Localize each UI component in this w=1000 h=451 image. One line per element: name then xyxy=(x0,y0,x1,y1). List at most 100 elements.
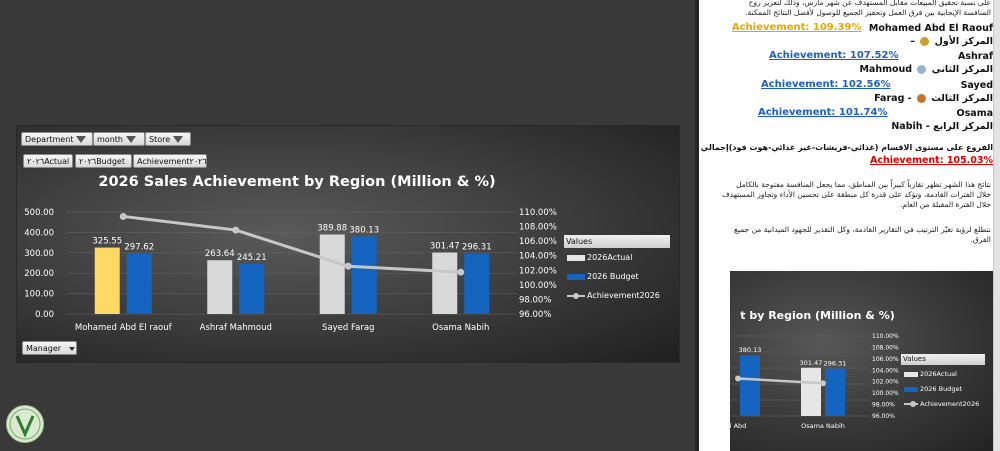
report-page: على نسبة تحقيق المبيعات مقابل المستهدف ع… xyxy=(699,0,1000,451)
silver-medal-icon xyxy=(917,65,927,74)
pivot-chart[interactable]: Department month Store ٢٠٢٦Actual ٢٠٢٦Bu… xyxy=(16,125,680,363)
y2-tick-label: 110.00% xyxy=(519,208,557,218)
achievement-point xyxy=(119,212,127,220)
y2-tick-label: 96.00% xyxy=(872,413,895,420)
data-label: 380.13 xyxy=(349,225,379,235)
legend-label: 2026 Budget xyxy=(920,385,962,393)
rank1-achievement: Achievement: 109.39% xyxy=(732,22,862,33)
legend-label: Achievement2026 xyxy=(920,400,980,408)
mini-legend-budget: 2026 Budget xyxy=(904,385,962,393)
bar-budget xyxy=(825,368,845,416)
x-tick-label: Mohamed Abd El raouf xyxy=(75,323,173,333)
branches-heading: الفروع على مستوى الاقسام (غذائي-فريشات-غ… xyxy=(700,143,993,152)
legend-item-actual: 2026Actual xyxy=(567,253,632,262)
data-label: 389.88 xyxy=(317,223,347,233)
data-label: 296.31 xyxy=(824,360,847,368)
y2-tick-label: 104.00% xyxy=(872,367,899,374)
achievement-point xyxy=(457,268,465,276)
y2-tick-label: 98.00% xyxy=(519,295,551,305)
branches-achievement: Achievement: 105.03% xyxy=(869,155,993,166)
y2-tick-label: 106.00% xyxy=(519,237,557,247)
x-tick-label: Osama Nabih xyxy=(801,422,845,430)
mini-legend-actual: 2026Actual xyxy=(904,370,957,378)
legend-label: 2026Actual xyxy=(587,253,633,262)
x-tick-label: Ashraf Mahmoud xyxy=(200,323,272,333)
x-tick-label: Sayed Farag xyxy=(322,323,374,333)
brand-logo xyxy=(6,405,44,443)
data-label: 301.47 xyxy=(430,242,460,252)
mini-chart-legend: Values 2026Actual 2026 Budget Achievemen… xyxy=(901,354,985,414)
embedded-chart-copy[interactable]: t by Region (Million & %) 96.00% 98.00% 10… xyxy=(730,271,994,451)
rank3-place: المركز الثالث - Farag xyxy=(874,93,993,104)
y2-tick-label: 104.00% xyxy=(519,252,557,262)
rank2-achievement: Achievement: 107.52% xyxy=(769,50,899,61)
data-label: 380.13 xyxy=(739,346,762,354)
achievement-point xyxy=(820,380,826,387)
intro-paragraph: على نسبة تحقيق المبيعات مقابل المستهدف ع… xyxy=(745,0,991,17)
leaf-logo-icon xyxy=(9,408,41,440)
chart-legend: Values 2026Actual 2026 Budget Achievemen… xyxy=(564,235,670,308)
y-tick-label: 100.00 xyxy=(24,290,54,300)
legend-item-achievement: Achievement2026 xyxy=(567,291,660,300)
bar-actual xyxy=(94,247,120,314)
y-tick-label: 0.00 xyxy=(35,310,54,320)
paragraph-2: نتائج هذا الشهر تظهر تقارباً كبيراً بين … xyxy=(721,180,991,209)
rank2-name-first: Ashraf xyxy=(958,51,993,62)
y-tick-label: 200.00 xyxy=(24,269,54,279)
place-label: المركز الثاني xyxy=(931,64,993,75)
legend-item-budget: 2026 Budget xyxy=(567,272,639,281)
y2-tick-label: 100.00% xyxy=(872,390,899,397)
row-field-manager-button[interactable]: Manager xyxy=(22,341,77,355)
y-tick-label: 500.00 xyxy=(24,208,54,218)
place-label: المركز الثالث xyxy=(931,93,993,104)
achievement-line xyxy=(123,214,461,274)
y-tick-label: 400.00 xyxy=(24,228,54,238)
achievement-point xyxy=(344,262,352,270)
legend-swatch xyxy=(567,254,585,261)
bar-budget xyxy=(239,263,265,314)
bar-actual xyxy=(801,367,821,416)
legend-swatch xyxy=(567,273,585,280)
y-tick-label: 300.00 xyxy=(24,249,54,259)
bar-actual xyxy=(319,234,345,314)
y2-tick-label: 96.00% xyxy=(519,310,551,320)
legend-line-swatch xyxy=(904,401,918,407)
x-tick-label: ا Abd xyxy=(730,422,746,430)
rank4-place: المركز الرابع - Nabih xyxy=(891,121,993,132)
place-label: المركز الأول xyxy=(934,36,993,47)
data-label: 263.64 xyxy=(205,249,235,259)
legend-label: 2026 Budget xyxy=(587,272,639,281)
page-scrollbar[interactable] xyxy=(993,0,1000,451)
rank2-place: المركز الثاني Mahmoud xyxy=(859,64,993,75)
y2-tick-label: 108.00% xyxy=(519,223,557,233)
achievement-point xyxy=(232,226,240,234)
rank3-achievement: Achievement: 102.56% xyxy=(761,79,891,90)
legend-title: Values xyxy=(564,235,670,248)
rank1-name: Mohamed Abd El Raouf xyxy=(868,23,993,34)
rank1-place: المركز الأول – xyxy=(910,36,993,47)
y2-tick-label: 102.00% xyxy=(872,379,899,386)
x-tick-label: Osama Nabih xyxy=(432,323,489,333)
data-label: 297.62 xyxy=(124,242,154,252)
rank3-name-first: Sayed xyxy=(960,80,993,91)
data-label: 245.21 xyxy=(237,253,267,263)
data-label: 301.47 xyxy=(800,359,823,367)
legend-label: Achievement2026 xyxy=(587,291,660,300)
achievement-point xyxy=(735,375,741,382)
y2-tick-label: 108.00% xyxy=(872,344,899,351)
row-field-label: Manager xyxy=(26,344,62,353)
trophy-icon xyxy=(920,37,930,46)
bronze-medal-icon xyxy=(916,94,926,103)
paragraph-3: نتطلع لرؤية تغيّر الترتيب في التقارير ال… xyxy=(733,225,991,244)
y2-tick-label: 106.00% xyxy=(872,356,899,363)
data-label: 325.55 xyxy=(92,237,122,247)
legend-label: 2026Actual xyxy=(920,370,957,378)
y2-tick-label: 110.00% xyxy=(872,333,899,340)
legend-line-swatch xyxy=(567,292,585,299)
bar-budget xyxy=(464,253,490,314)
legend-swatch xyxy=(904,371,918,377)
data-label: 296.31 xyxy=(462,243,492,253)
mini-legend-achievement: Achievement2026 xyxy=(904,400,979,408)
bar-budget xyxy=(126,253,152,314)
rank4-achievement: Achievement: 101.74% xyxy=(758,107,888,118)
